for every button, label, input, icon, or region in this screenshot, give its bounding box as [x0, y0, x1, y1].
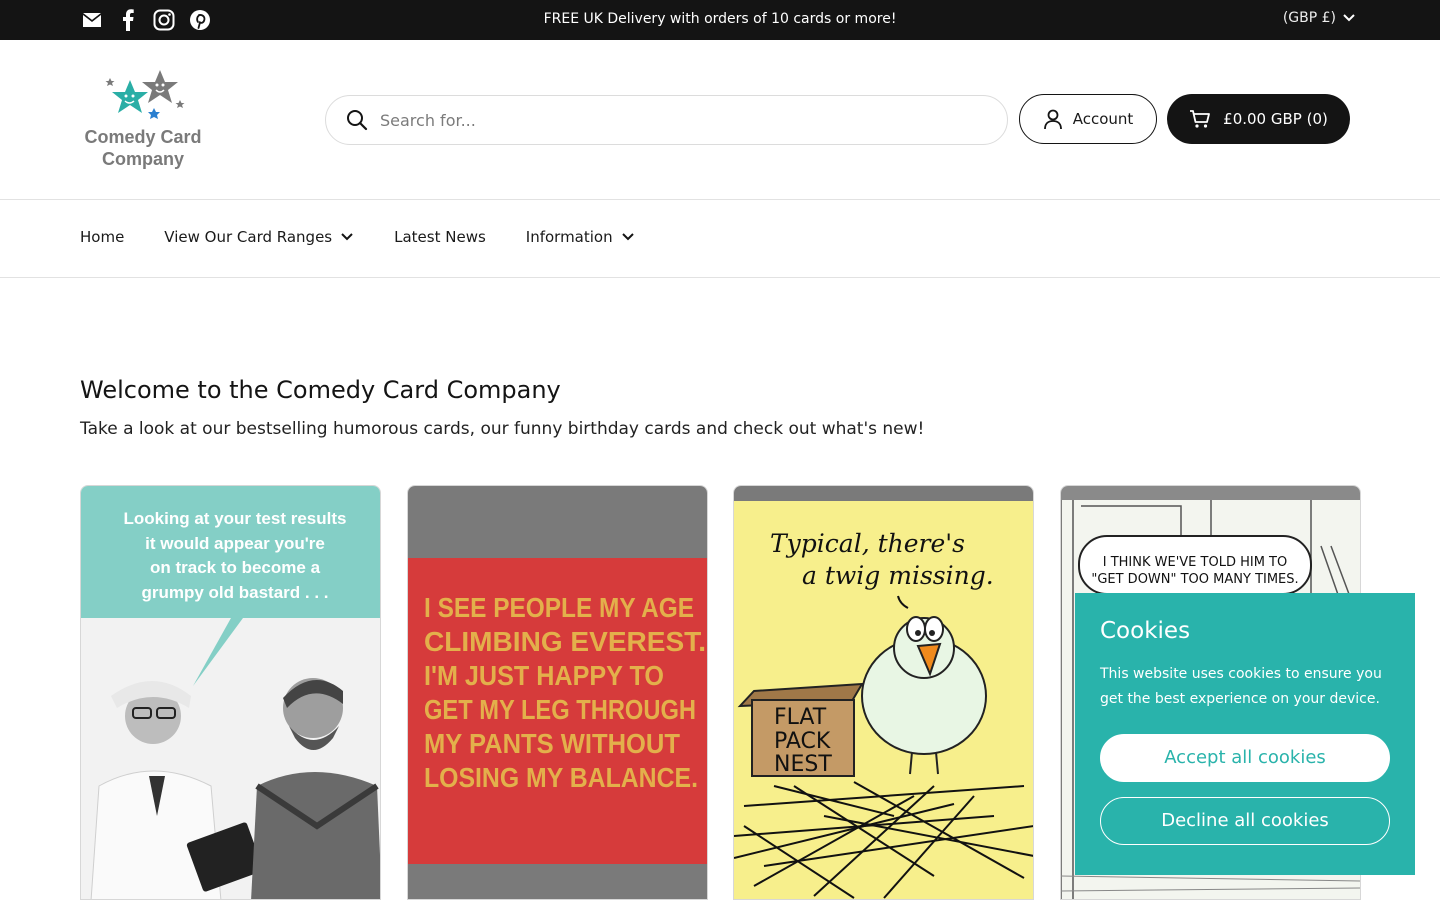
card-text: on track to become a [150, 558, 321, 577]
card-text: LOSING MY BALANCE. [424, 762, 698, 793]
site-logo[interactable]: Comedy Card Company [80, 68, 210, 173]
box-text: NEST [774, 752, 832, 777]
user-icon [1043, 109, 1062, 130]
cookie-message: This website uses cookies to ensure you … [1100, 666, 1382, 707]
cart-total: £0.00 GBP (0) [1223, 110, 1328, 128]
nav-label: View Our Card Ranges [164, 228, 333, 246]
cart-icon [1190, 110, 1211, 128]
search-bar[interactable] [325, 95, 1008, 145]
card-text: it would appear you're [145, 534, 325, 553]
decline-cookies-button[interactable]: Decline all cookies [1100, 797, 1390, 845]
cookie-consent-panel: Cookies This website uses cookies to ens… [1075, 593, 1415, 875]
card-text: "GET DOWN" TOO MANY TIMES. [1091, 572, 1298, 587]
cookie-title: Cookies [1100, 618, 1191, 644]
announcement-text: FREE UK Delivery with orders of 10 cards… [543, 11, 897, 27]
card-text: I SEE PEOPLE MY AGE [424, 592, 694, 623]
nav-item-latest-news[interactable]: Latest News [394, 228, 486, 246]
main-navigation: Home View Our Card Ranges Latest News In… [0, 201, 1440, 278]
site-header: Comedy Card Company Account £0.00 GBP (0… [0, 40, 1440, 200]
logo-stars-icon [105, 70, 185, 119]
card-text: Looking at your test results [124, 509, 347, 528]
search-icon[interactable] [346, 109, 368, 131]
card-text: I THINK WE'VE TOLD HIM TO [1103, 555, 1287, 570]
chevron-down-icon [1343, 14, 1355, 22]
product-image: Looking at your test results it would ap… [81, 486, 380, 899]
card-text: Typical, there's [770, 529, 965, 558]
page-title: Welcome to the Comedy Card Company [80, 376, 561, 404]
card-text: GET MY LEG THROUGH [424, 694, 696, 725]
nav-label: Latest News [394, 228, 486, 246]
chevron-down-icon [621, 233, 634, 241]
card-text: grumpy old bastard . . . [141, 583, 328, 602]
nav-label: Home [80, 228, 125, 246]
product-card[interactable]: Looking at your test results it would ap… [80, 485, 381, 900]
product-image: I SEE PEOPLE MY AGE CLIMBING EVEREST. I'… [408, 486, 707, 899]
announcement-bar: FREE UK Delivery with orders of 10 cards… [0, 0, 1440, 40]
page-subtitle: Take a look at our bestselling humorous … [80, 419, 925, 439]
cart-button[interactable]: £0.00 GBP (0) [1167, 94, 1350, 144]
account-button[interactable]: Account [1019, 94, 1157, 144]
account-label: Account [1072, 110, 1134, 128]
card-text: I'M JUST HAPPY TO [424, 660, 664, 691]
logo-line-2: Company [101, 149, 184, 169]
nav-item-information[interactable]: Information [526, 228, 635, 246]
card-text: MY PANTS WITHOUT [424, 728, 680, 759]
accept-cookies-button[interactable]: Accept all cookies [1100, 734, 1390, 782]
product-image: Typical, there's a twig missing. FLAT PA… [734, 486, 1033, 899]
chevron-down-icon [341, 233, 353, 241]
nav-label: Information [525, 228, 613, 246]
card-text: a twig missing. [802, 561, 994, 590]
product-card[interactable]: I SEE PEOPLE MY AGE CLIMBING EVEREST. I'… [407, 485, 708, 900]
search-input[interactable] [380, 110, 940, 130]
card-text: CLIMBING EVEREST. [424, 626, 706, 657]
currency-selector[interactable]: (GBP £) [1283, 10, 1356, 26]
logo-text: Comedy Card Company [80, 126, 206, 170]
nav-item-home[interactable]: Home [80, 228, 124, 246]
product-card[interactable]: Typical, there's a twig missing. FLAT PA… [733, 485, 1034, 900]
box-text: FLAT [774, 705, 827, 730]
currency-label: (GBP £) [1282, 10, 1336, 26]
box-text: PACK [774, 729, 831, 754]
logo-line-1: Comedy Card [84, 127, 202, 147]
nav-item-card-ranges[interactable]: View Our Card Ranges [164, 228, 354, 246]
